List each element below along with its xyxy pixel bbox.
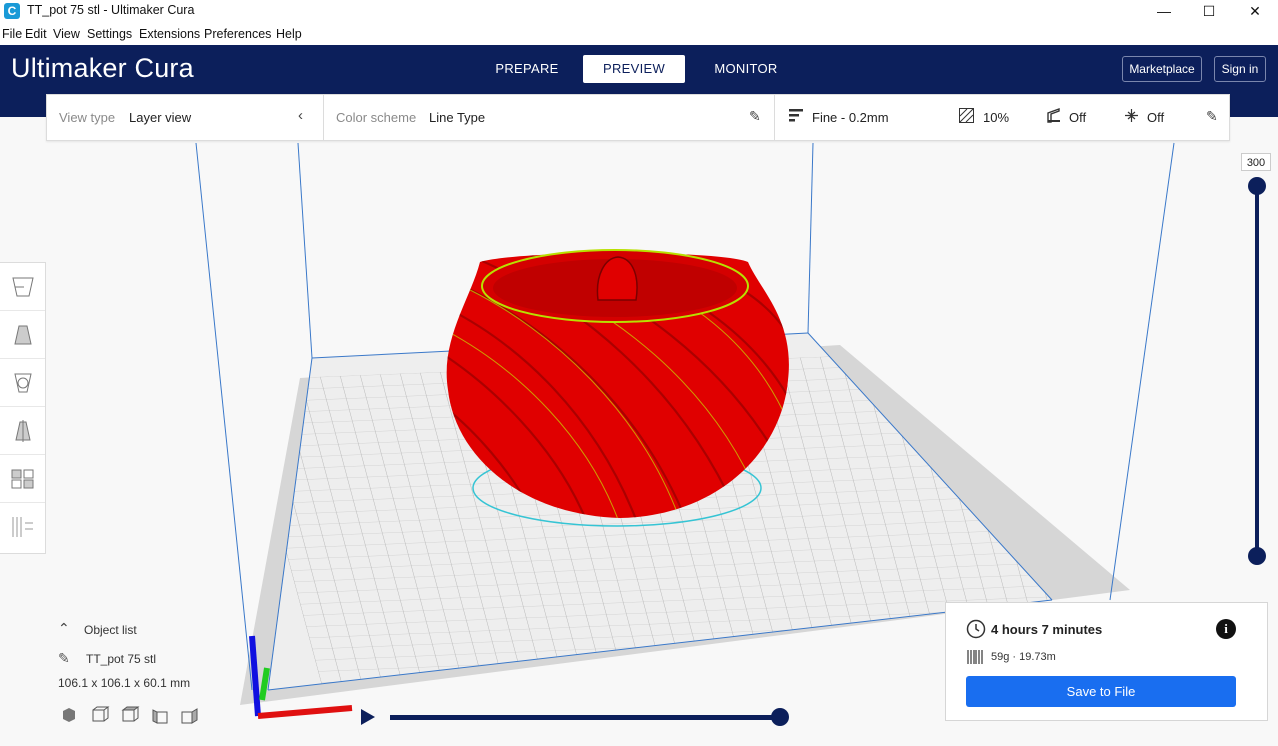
- left-view-icon[interactable]: [152, 709, 168, 724]
- pencil-icon[interactable]: ✎: [749, 108, 761, 125]
- adhesion-icon: [1124, 108, 1139, 126]
- object-dimensions: 106.1 x 106.1 x 60.1 mm: [58, 676, 191, 690]
- scale-tool-button[interactable]: [0, 311, 45, 359]
- maximize-button[interactable]: ☐: [1186, 0, 1232, 22]
- 3d-view-icon[interactable]: [63, 708, 75, 722]
- pencil-icon[interactable]: ✎: [1206, 108, 1218, 125]
- toolbar-divider: [323, 95, 324, 141]
- menu-view[interactable]: View: [53, 27, 80, 41]
- print-time: 4 hours 7 minutes: [991, 622, 1103, 637]
- marketplace-button[interactable]: Marketplace: [1122, 56, 1202, 82]
- support-icon: [1046, 108, 1061, 126]
- menu-help[interactable]: Help: [276, 27, 302, 41]
- menu-bar: File Edit View Settings Extensions Prefe…: [0, 22, 1278, 46]
- view-type-value[interactable]: Layer view: [129, 110, 191, 125]
- print-profile-icon: [788, 107, 804, 126]
- layer-max-label[interactable]: 300: [1241, 153, 1271, 171]
- per-model-settings-button[interactable]: [0, 455, 45, 503]
- play-icon[interactable]: [361, 709, 375, 725]
- view-type-label: View type: [59, 110, 116, 125]
- object-list-header: Object list: [84, 623, 137, 637]
- logo-product: Cura: [134, 53, 194, 83]
- tab-preview[interactable]: PREVIEW: [583, 55, 685, 83]
- front-view-icon[interactable]: [92, 706, 110, 722]
- tab-prepare[interactable]: PREPARE: [486, 55, 568, 83]
- minimize-button[interactable]: —: [1141, 0, 1187, 22]
- info-icon[interactable]: i: [1216, 619, 1236, 639]
- menu-edit[interactable]: Edit: [25, 27, 47, 41]
- top-view-icon[interactable]: [121, 706, 140, 722]
- object-name[interactable]: TT_pot 75 stl: [86, 652, 156, 666]
- right-view-icon[interactable]: [181, 708, 198, 724]
- move-icon: [12, 277, 34, 297]
- layer-slider-track[interactable]: [1255, 185, 1259, 556]
- cura-app-icon: C: [4, 3, 20, 19]
- side-tool-panel: [0, 262, 46, 554]
- camera-view-buttons: [60, 706, 205, 729]
- tab-monitor[interactable]: MONITOR: [703, 55, 789, 83]
- print-info-panel: 4 hours 7 minutes i 59g · 19.73m Save to…: [945, 602, 1268, 721]
- menu-extensions[interactable]: Extensions: [139, 27, 200, 41]
- color-scheme-label: Color scheme: [336, 110, 417, 125]
- rotate-tool-button[interactable]: [0, 359, 45, 407]
- move-tool-button[interactable]: [0, 263, 45, 311]
- sign-in-button[interactable]: Sign in: [1214, 56, 1266, 82]
- menu-preferences[interactable]: Preferences: [204, 27, 271, 41]
- menu-settings[interactable]: Settings: [87, 27, 132, 41]
- infill-icon: [959, 108, 974, 126]
- path-slider-track[interactable]: [390, 715, 782, 720]
- toolbar-divider: [774, 95, 775, 141]
- path-slider-handle[interactable]: [771, 708, 789, 726]
- menu-file[interactable]: File: [2, 27, 22, 41]
- layer-slider-top-handle[interactable]: [1248, 177, 1266, 195]
- material-usage: 59g · 19.73m: [991, 651, 1056, 663]
- window-title: TT_pot 75 stl - Ultimaker Cura: [27, 3, 195, 17]
- support-blocker-icon: [12, 517, 33, 537]
- layer-slider-bottom-handle[interactable]: [1248, 547, 1266, 565]
- support-blocker-button[interactable]: [0, 503, 45, 551]
- close-button[interactable]: ✕: [1232, 0, 1278, 22]
- edit-name-icon[interactable]: ✎: [58, 650, 70, 667]
- support-value[interactable]: Off: [1069, 110, 1086, 125]
- scale-icon: [14, 325, 32, 345]
- adhesion-value[interactable]: Off: [1147, 110, 1164, 125]
- save-to-file-button[interactable]: Save to File: [966, 676, 1236, 707]
- ultimaker-cura-logo: Ultimaker Cura: [11, 53, 194, 84]
- clock-icon: [966, 619, 986, 644]
- chevron-left-icon[interactable]: ‹: [298, 107, 303, 124]
- per-model-settings-icon: [11, 469, 34, 489]
- infill-value[interactable]: 10%: [983, 110, 1009, 125]
- view-toolbar: View type Layer view ‹ Color scheme Line…: [46, 94, 1230, 141]
- print-profile-value[interactable]: Fine - 0.2mm: [812, 110, 889, 125]
- logo-brand: Ultimaker: [11, 53, 127, 83]
- rotate-icon: [14, 373, 32, 393]
- color-scheme-value[interactable]: Line Type: [429, 110, 485, 125]
- chevron-up-icon: ⌃: [58, 620, 70, 636]
- mirror-tool-button[interactable]: [0, 407, 45, 455]
- filament-spool-icon: [966, 649, 984, 670]
- window-titlebar: C TT_pot 75 stl - Ultimaker Cura — ☐ ✕: [0, 0, 1278, 22]
- mirror-icon: [15, 420, 31, 442]
